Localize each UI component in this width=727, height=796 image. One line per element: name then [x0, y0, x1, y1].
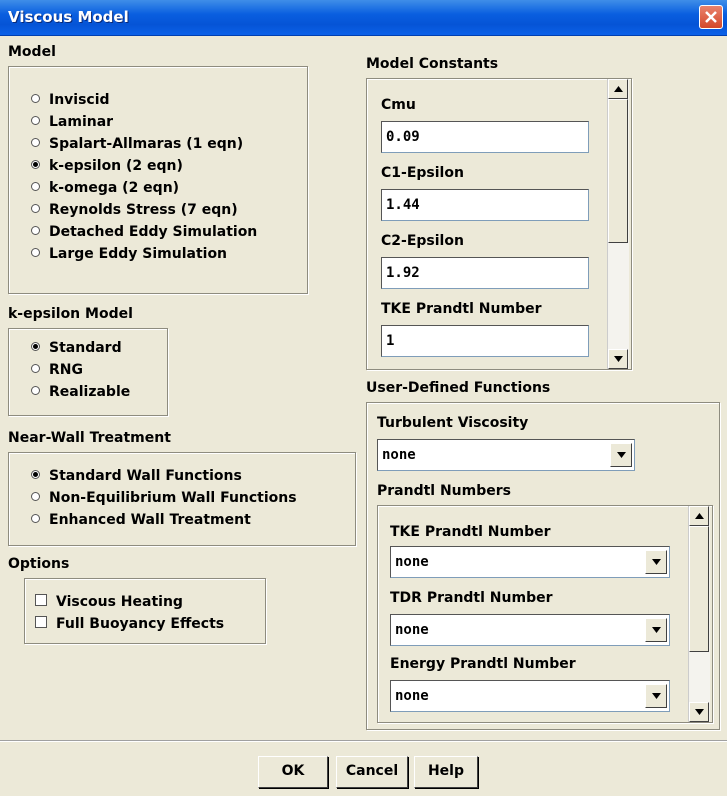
- model-constants-heading: Model Constants: [366, 56, 499, 72]
- dropdown-button[interactable]: [645, 550, 667, 574]
- radio-selected-icon: [31, 469, 40, 479]
- radio-icon: [31, 93, 40, 103]
- help-button[interactable]: Help: [414, 756, 478, 788]
- scroll-thumb[interactable]: [608, 99, 628, 243]
- tdr-prandtl-label: TDR Prandtl Number: [390, 590, 553, 606]
- radio-k-omega[interactable]: k-omega (2 eqn): [31, 177, 179, 199]
- radio-icon: [31, 181, 40, 191]
- options-group: Viscous Heating Full Buoyancy Effects: [24, 578, 266, 644]
- turbulent-viscosity-dropdown[interactable]: none: [377, 439, 635, 471]
- scroll-down-button[interactable]: [689, 702, 709, 722]
- chevron-down-icon: [652, 559, 661, 565]
- scroll-up-button[interactable]: [608, 79, 628, 99]
- radio-rng[interactable]: RNG: [31, 359, 83, 381]
- near-wall-group: Standard Wall Functions Non-Equilibrium …: [8, 452, 356, 546]
- radio-icon: [31, 513, 40, 523]
- checkbox-icon: [35, 616, 47, 628]
- constants-scrollbar[interactable]: [607, 79, 629, 369]
- radio-detached-eddy[interactable]: Detached Eddy Simulation: [31, 221, 257, 243]
- cmu-input[interactable]: 0.09: [381, 121, 589, 153]
- arrow-up-icon: [695, 513, 704, 519]
- radio-icon: [31, 225, 40, 235]
- radio-laminar[interactable]: Laminar: [31, 111, 113, 133]
- close-icon: [705, 11, 717, 23]
- tke-prandtl-input[interactable]: 1: [381, 325, 589, 357]
- radio-icon: [31, 385, 40, 395]
- model-heading: Model: [8, 44, 56, 60]
- scroll-up-button[interactable]: [689, 506, 709, 526]
- udf-group: Turbulent Viscosity none Prandtl Numbers…: [366, 402, 720, 730]
- radio-selected-icon: [31, 341, 40, 351]
- window-title: Viscous Model: [8, 8, 129, 26]
- turbulent-viscosity-label: Turbulent Viscosity: [377, 415, 529, 431]
- radio-icon: [31, 115, 40, 125]
- scroll-thumb[interactable]: [689, 526, 709, 652]
- title-bar[interactable]: Viscous Model: [0, 0, 727, 36]
- arrow-down-icon: [614, 356, 623, 362]
- radio-selected-icon: [31, 159, 40, 169]
- close-button[interactable]: [699, 5, 723, 29]
- checkbox-viscous-heating[interactable]: Viscous Heating: [35, 591, 183, 613]
- dropdown-button[interactable]: [610, 443, 632, 467]
- prandtl-scrollbar[interactable]: [688, 506, 710, 722]
- scroll-down-button[interactable]: [608, 349, 628, 369]
- constant-label-c1: C1-Epsilon: [381, 165, 464, 181]
- chevron-down-icon: [652, 627, 661, 633]
- radio-reynolds-stress[interactable]: Reynolds Stress (7 eqn): [31, 199, 238, 221]
- radio-standard-wall-functions[interactable]: Standard Wall Functions: [31, 465, 242, 487]
- cancel-button[interactable]: Cancel: [336, 756, 408, 788]
- udf-heading: User-Defined Functions: [366, 380, 551, 396]
- radio-enhanced-wall[interactable]: Enhanced Wall Treatment: [31, 509, 251, 531]
- arrow-up-icon: [614, 86, 623, 92]
- radio-inviscid[interactable]: Inviscid: [31, 89, 110, 111]
- radio-icon: [31, 137, 40, 147]
- tdr-prandtl-dropdown[interactable]: none: [390, 614, 670, 646]
- radio-standard[interactable]: Standard: [31, 337, 122, 359]
- model-group: Inviscid Laminar Spalart-Allmaras (1 eqn…: [8, 66, 308, 294]
- radio-icon: [31, 247, 40, 257]
- energy-prandtl-dropdown[interactable]: none: [390, 680, 670, 712]
- chevron-down-icon: [617, 452, 626, 458]
- energy-prandtl-label: Energy Prandtl Number: [390, 656, 576, 672]
- separator: [0, 740, 727, 742]
- ok-button[interactable]: OK: [258, 756, 328, 788]
- kepsilon-heading: k-epsilon Model: [8, 306, 133, 322]
- radio-icon: [31, 363, 40, 373]
- near-wall-heading: Near-Wall Treatment: [8, 430, 171, 446]
- model-constants-group: Cmu 0.09 C1-Epsilon 1.44 C2-Epsilon 1.92…: [366, 78, 632, 370]
- checkbox-full-buoyancy[interactable]: Full Buoyancy Effects: [35, 613, 224, 635]
- constant-label-tke: TKE Prandtl Number: [381, 301, 542, 317]
- radio-non-equilibrium[interactable]: Non-Equilibrium Wall Functions: [31, 487, 297, 509]
- chevron-down-icon: [652, 693, 661, 699]
- dropdown-button[interactable]: [645, 618, 667, 642]
- radio-realizable[interactable]: Realizable: [31, 381, 130, 403]
- radio-large-eddy[interactable]: Large Eddy Simulation: [31, 243, 227, 265]
- radio-icon: [31, 203, 40, 213]
- dropdown-button[interactable]: [645, 684, 667, 708]
- constant-label-cmu: Cmu: [381, 97, 416, 113]
- constant-label-c2: C2-Epsilon: [381, 233, 464, 249]
- arrow-down-icon: [695, 709, 704, 715]
- kepsilon-group: Standard RNG Realizable: [8, 328, 168, 416]
- radio-k-epsilon[interactable]: k-epsilon (2 eqn): [31, 155, 183, 177]
- radio-spalart-allmaras[interactable]: Spalart-Allmaras (1 eqn): [31, 133, 243, 155]
- c1-epsilon-input[interactable]: 1.44: [381, 189, 589, 221]
- tke-prandtl-label: TKE Prandtl Number: [390, 524, 551, 540]
- prandtl-numbers-heading: Prandtl Numbers: [377, 483, 511, 499]
- c2-epsilon-input[interactable]: 1.92: [381, 257, 589, 289]
- radio-icon: [31, 491, 40, 501]
- options-heading: Options: [8, 556, 70, 572]
- prandtl-group: TKE Prandtl Number none TDR Prandtl Numb…: [377, 505, 713, 723]
- tke-prandtl-dropdown[interactable]: none: [390, 546, 670, 578]
- checkbox-icon: [35, 594, 47, 606]
